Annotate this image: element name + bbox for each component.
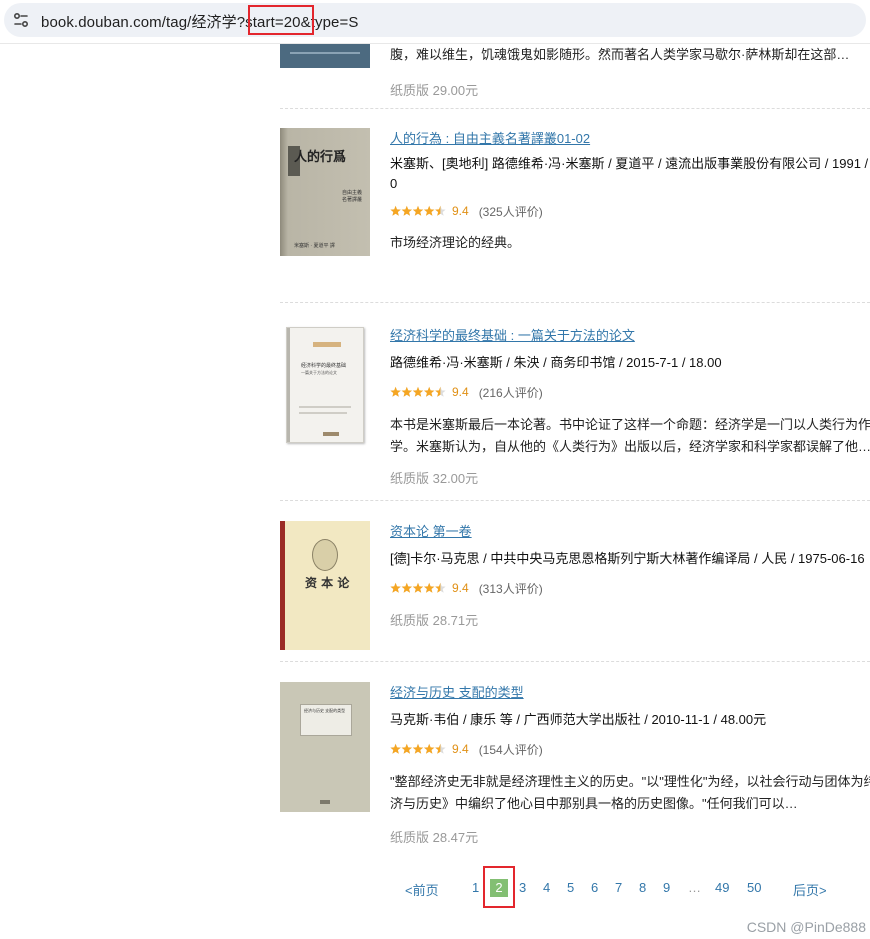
book-rating: 9.4 (325人评价) bbox=[390, 201, 870, 221]
book-cover[interactable]: 经济科学的最终基础 一篇关于方法的论文 bbox=[286, 327, 364, 443]
book-cover[interactable]: 人的行爲 自由主義名著譯叢 米塞斯 · 夏道平 譯 bbox=[280, 128, 370, 256]
book-title-link[interactable]: 资本论 第一卷 bbox=[390, 521, 870, 540]
book-description: 腹，难以维生，饥魂饿鬼如影随形。然而著名人类学家马歇尔·萨林斯却在这部… bbox=[390, 47, 850, 62]
cover-title: 资 本 论 bbox=[305, 576, 350, 590]
star-icon bbox=[412, 205, 424, 216]
star-icon bbox=[423, 386, 435, 397]
book-publication-info: 马克斯·韦伯 / 康乐 等 / 广西师范大学出版社 / 2010-11-1 / … bbox=[390, 712, 767, 727]
star-icon bbox=[401, 386, 413, 397]
book-item: 人的行爲 自由主義名著譯叢 米塞斯 · 夏道平 譯 人的行為 : 自由主義名著譯… bbox=[280, 128, 870, 288]
star-icon bbox=[390, 386, 401, 397]
star-icon bbox=[412, 743, 424, 754]
page-link-9[interactable]: 9 bbox=[663, 880, 670, 895]
book-item: 经济与历史 支配的类型 经济与历史 支配的类型 马克斯·韦伯 / 康乐 等 / … bbox=[280, 682, 870, 852]
divider bbox=[280, 500, 870, 501]
page-link-50[interactable]: 50 bbox=[747, 880, 761, 895]
cover-title: 经济科学的最终基础 bbox=[301, 363, 347, 369]
cover-author: 米塞斯 · 夏道平 譯 bbox=[294, 243, 335, 249]
rating-count: (154人评价) bbox=[478, 742, 543, 757]
rating-count: (216人评价) bbox=[478, 385, 543, 400]
book-price[interactable]: 纸质版 32.00元 bbox=[390, 468, 870, 487]
book-item: 经济科学的最终基础 一篇关于方法的论文 经济科学的最终基础 : 一篇关于方法的论… bbox=[280, 325, 870, 495]
browser-address-bar: book.douban.com/tag/经济学?start=20&type=S bbox=[0, 0, 870, 44]
book-title-link[interactable]: 经济科学的最终基础 : 一篇关于方法的论文 bbox=[390, 325, 870, 344]
book-publication-info: [德]卡尔·马克思 / 中共中央马克思恩格斯列宁斯大林著作编译局 / 人民 / … bbox=[390, 551, 865, 566]
book-price[interactable]: 纸质版 28.71元 bbox=[390, 610, 870, 629]
cover-title: 人的行爲 bbox=[294, 150, 347, 165]
book-price[interactable]: 纸质版 28.47元 bbox=[390, 827, 870, 846]
rating-score: 9.4 bbox=[452, 385, 469, 399]
star-icon bbox=[401, 205, 413, 216]
star-icon bbox=[412, 386, 424, 397]
cover-series: 自由主義名著譯叢 bbox=[342, 190, 363, 203]
divider bbox=[280, 302, 870, 303]
book-description: "整部经济史无非就是经济理性主义的历史。"以"理性化"为经，以社会行动与团体为纬 bbox=[390, 774, 870, 789]
cover-subtitle: 一篇关于方法的论文 bbox=[301, 370, 337, 375]
book-description-line: 济与历史》中编织了他心目中那别具一格的历史图像。"任何我们可以… bbox=[390, 796, 798, 811]
book-title-link[interactable]: 人的行為 : 自由主義名著譯叢01-02 bbox=[390, 128, 870, 147]
cover-title: 经济与历史 支配的类型 bbox=[304, 708, 346, 713]
star-rating-icon bbox=[390, 743, 446, 755]
book-item: 资 本 论 资本论 第一卷 [德]卡尔·马克思 / 中共中央马克思恩格斯列宁斯大… bbox=[280, 521, 870, 656]
star-icon bbox=[412, 582, 424, 593]
star-icon bbox=[401, 743, 413, 754]
star-rating-icon bbox=[390, 582, 446, 594]
page-link-3[interactable]: 3 bbox=[519, 880, 526, 895]
divider bbox=[280, 661, 870, 662]
book-item: 腹，难以维生，饥魂饿鬼如影随形。然而著名人类学家马歇尔·萨林斯却在这部… 纸质版… bbox=[280, 44, 870, 102]
rating-count: (325人评价) bbox=[478, 204, 543, 219]
book-cover[interactable]: 资 本 论 bbox=[280, 521, 370, 650]
book-rating: 9.4 (216人评价) bbox=[390, 382, 870, 402]
rating-score: 9.4 bbox=[452, 581, 469, 595]
site-info-icon[interactable] bbox=[12, 11, 30, 29]
star-rating-icon bbox=[390, 386, 446, 398]
pagination: <前页 1 2 3 4 5 6 7 8 9 … 49 50 后页> bbox=[0, 876, 870, 900]
book-cover[interactable]: 经济与历史 支配的类型 bbox=[280, 682, 370, 812]
page-link-7[interactable]: 7 bbox=[615, 880, 622, 895]
page-link-8[interactable]: 8 bbox=[639, 880, 646, 895]
star-icon bbox=[390, 743, 401, 754]
book-price[interactable]: 纸质版 29.00元 bbox=[390, 80, 870, 99]
rating-count: (313人评价) bbox=[478, 581, 543, 596]
prev-page-link[interactable]: <前页 bbox=[405, 880, 439, 899]
divider bbox=[280, 108, 870, 109]
current-page-highlight-box bbox=[483, 866, 515, 908]
star-icon bbox=[390, 205, 401, 216]
book-rating: 9.4 (313人评价) bbox=[390, 578, 870, 598]
url-query-highlight-box bbox=[248, 5, 314, 35]
book-description: 本书是米塞斯最后一本论著。书中论证了这样一个命题：经济学是一门以人类行为作 bbox=[390, 417, 870, 432]
watermark: CSDN @PinDe888 bbox=[746, 919, 866, 935]
book-publication-info: 米塞斯、[奧地利] 路德维希·冯·米塞斯 / 夏道平 / 遠流出版事業股份有限公… bbox=[390, 156, 870, 191]
star-rating-icon bbox=[390, 205, 446, 217]
page-link-5[interactable]: 5 bbox=[567, 880, 574, 895]
star-icon bbox=[423, 582, 435, 593]
star-icon bbox=[423, 743, 435, 754]
book-description-line: 学。米塞斯认为，自从他的《人类行为》出版以后，经济学家和科学家都误解了他… bbox=[390, 439, 870, 454]
page-link-6[interactable]: 6 bbox=[591, 880, 598, 895]
star-icon bbox=[423, 205, 435, 216]
next-page-link[interactable]: 后页> bbox=[793, 880, 827, 899]
book-cover[interactable] bbox=[280, 44, 370, 68]
page-link-49[interactable]: 49 bbox=[715, 880, 729, 895]
book-rating: 9.4 (154人评价) bbox=[390, 739, 870, 759]
star-icon bbox=[401, 582, 413, 593]
book-title-link[interactable]: 经济与历史 支配的类型 bbox=[390, 682, 870, 701]
book-publication-info: 路德维希·冯·米塞斯 / 朱泱 / 商务印书馆 / 2015-7-1 / 18.… bbox=[390, 355, 722, 370]
star-icon bbox=[390, 582, 401, 593]
pagination-ellipsis: … bbox=[688, 880, 701, 895]
rating-score: 9.4 bbox=[452, 204, 469, 218]
page-link-4[interactable]: 4 bbox=[543, 880, 550, 895]
rating-score: 9.4 bbox=[452, 742, 469, 756]
url-field[interactable]: book.douban.com/tag/经济学?start=20&type=S bbox=[4, 3, 866, 37]
page-link-1[interactable]: 1 bbox=[472, 880, 479, 895]
book-description: 市场经济理论的经典。 bbox=[390, 235, 521, 250]
